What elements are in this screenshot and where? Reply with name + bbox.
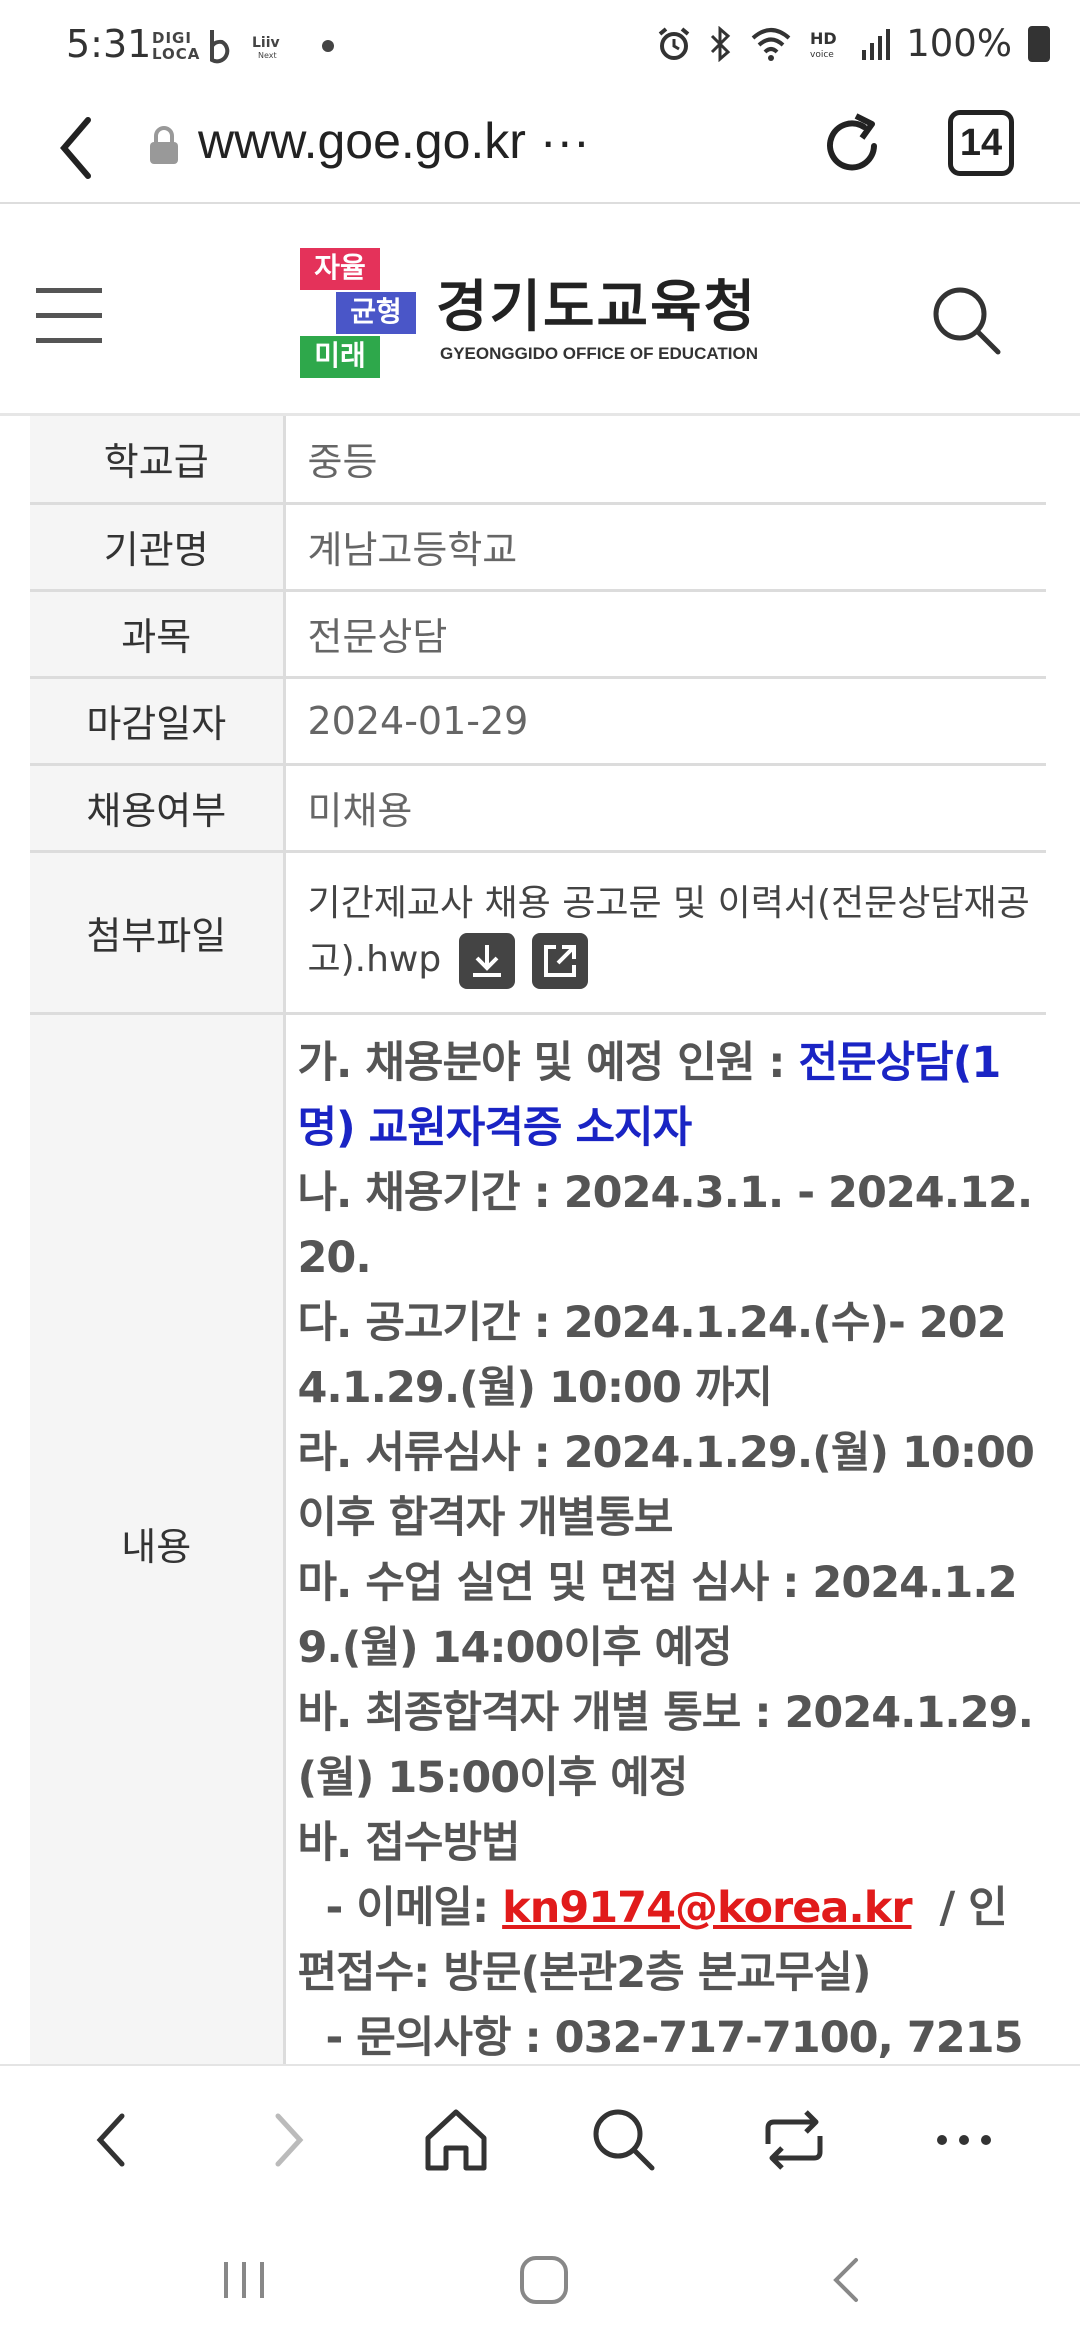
status-time: 5:31: [66, 22, 152, 66]
site-logo[interactable]: 자율 균형 미래 경기도교육청 GYEONGGIDO OFFICE OF EDU…: [300, 248, 790, 378]
content-line-e: 마. 수업 실연 및 면접 심사 : 2024.1.29.(월) 14:00이후…: [297, 1557, 1018, 1673]
liiv-next-icon: LiivNext: [252, 35, 280, 60]
row-label: 첨부파일: [30, 851, 286, 1015]
b-app-icon: [210, 30, 230, 64]
tab-count-button[interactable]: 14: [948, 110, 1014, 176]
back-icon[interactable]: [74, 2100, 154, 2180]
address-field[interactable]: www.goe.go.kr ···: [198, 112, 590, 170]
system-home-icon[interactable]: [514, 2250, 574, 2310]
job-info-table: 학교급 중등 기관명 계남고등학교 과목 전문상담 마감일자 2024-01-2…: [30, 416, 1046, 2075]
table-row: 채용여부 미채용: [30, 764, 1046, 853]
browser-bottom-nav: [0, 2064, 1080, 2214]
notification-dot: [322, 40, 334, 52]
bluetooth-icon: [711, 25, 731, 62]
wifi-icon: [751, 27, 791, 61]
table-row: 마감일자 2024-01-29: [30, 677, 1046, 766]
svg-text:Next: Next: [258, 51, 277, 60]
battery-icon: [1028, 25, 1050, 62]
forward-icon[interactable]: [246, 2100, 326, 2180]
status-bar: 5:31 DIGI LOCA Liiv Next HD voice 100%: [0, 0, 1080, 92]
row-value: 전문상담: [284, 590, 1046, 679]
digi-loca-icon: DIGI LOCA: [152, 29, 201, 63]
content-line-b: 나. 채용기간 : 2024.3.1. - 2024.12.20.: [297, 1167, 1034, 1283]
content-line-d: 라. 서류심사 : 2024.1.29.(월) 10:00이후 합격자 개별통보: [297, 1427, 1035, 1543]
content-row: 내용 가. 채용분야 및 예정 인원 : 전문상담(1명) 교원자격증 소지자 …: [30, 1013, 1046, 2075]
table-row: 과목 전문상담: [30, 590, 1046, 679]
download-icon[interactable]: [458, 932, 515, 989]
row-value: 중등: [284, 416, 1046, 505]
system-nav-bar: [0, 2214, 1080, 2340]
reload-icon[interactable]: [816, 110, 888, 182]
attachment-file: 기간제교사 채용 공고문 및 이력서(전문상담재공고).hwp: [308, 876, 1047, 989]
logo-title: 경기도교육청: [436, 275, 758, 340]
row-value: 계남고등학교: [284, 503, 1046, 592]
attachment-cell: 기간제교사 채용 공고문 및 이력서(전문상담재공고).hwp: [284, 851, 1047, 1015]
battery-percent: 100%: [906, 22, 1012, 65]
more-icon[interactable]: [924, 2100, 1004, 2180]
table-row: 학교급 중등: [30, 416, 1046, 505]
hd-voice-icon: HD voice: [810, 29, 837, 60]
attachment-filename[interactable]: 기간제교사 채용 공고문 및 이력서(전문상담재공고).hwp: [308, 883, 1030, 980]
announcement-body: 가. 채용분야 및 예정 인원 : 전문상담(1명) 교원자격증 소지자 나. …: [298, 1031, 1037, 2071]
content-line-email: - 이메일: kn9174@korea.kr / 인편접수: 방문(본관2층 본…: [298, 1876, 1037, 2006]
content-cell: 가. 채용분야 및 예정 인원 : 전문상담(1명) 교원자격증 소지자 나. …: [284, 1013, 1046, 2075]
hamburger-menu-icon[interactable]: [36, 288, 102, 344]
logo-subtitle: GYEONGGIDO OFFICE OF EDUCATION: [440, 344, 758, 363]
email-link[interactable]: kn9174@korea.kr: [502, 1883, 912, 1933]
content-line-f: 바. 최종합격자 개별 통보 : 2024.1.29.(월) 15:00이후 예…: [297, 1687, 1034, 1803]
content-line-c: 다. 공고기간 : 2024.1.24.(수)- 2024.1.29.(월) 1…: [297, 1297, 1007, 1413]
attachment-row: 첨부파일 기간제교사 채용 공고문 및 이력서(전문상담재공고).hwp: [30, 851, 1047, 1015]
lock-icon: [150, 126, 178, 164]
field-count-label: 가. 채용분야 및 예정 인원 :: [297, 1037, 799, 1088]
open-external-icon[interactable]: [532, 932, 589, 989]
recent-apps-icon[interactable]: [214, 2250, 274, 2310]
row-label: 마감일자: [30, 677, 286, 766]
logo-block-2: 균형: [336, 292, 416, 334]
content-line-g: 바. 접수방법: [297, 1817, 521, 1868]
signal-icon: [862, 28, 891, 60]
svg-text:Liiv: Liiv: [252, 35, 280, 51]
row-value: 2024-01-29: [284, 677, 1046, 766]
row-label: 채용여부: [30, 764, 286, 853]
table-row: 기관명 계남고등학교: [30, 503, 1046, 592]
row-label: 학교급: [30, 416, 286, 505]
content-line-a: 가. 채용분야 및 예정 인원 : 전문상담(1명) 교원자격증 소지자: [298, 1031, 1037, 1161]
svg-text:HD: HD: [810, 29, 837, 48]
system-back-icon[interactable]: [818, 2250, 878, 2310]
email-prefix: - 이메일:: [297, 1882, 503, 1933]
alarm-icon: [658, 26, 690, 60]
status-left-icons: DIGI LOCA Liiv Next: [152, 24, 334, 68]
url-back-icon[interactable]: [48, 110, 108, 186]
home-icon[interactable]: [416, 2100, 496, 2180]
tab-switch-icon[interactable]: [754, 2100, 834, 2180]
row-label: 과목: [30, 590, 286, 679]
row-value: 미채용: [284, 764, 1046, 853]
logo-block-3: 미래: [300, 336, 380, 378]
site-header: 자율 균형 미래 경기도교육청 GYEONGGIDO OFFICE OF EDU…: [0, 206, 1080, 416]
content-line-inquiry: - 문의사항 : 032-717-7100, 7215: [297, 2012, 1023, 2063]
logo-emblem: 자율 균형 미래: [300, 248, 418, 378]
row-label: 내용: [30, 1013, 286, 2075]
browser-url-bar: www.goe.go.kr ··· 14: [0, 92, 1080, 204]
row-label: 기관명: [30, 503, 286, 592]
status-right-icons: HD voice 100%: [656, 22, 1050, 65]
search-icon[interactable]: [584, 2100, 664, 2180]
search-icon[interactable]: [926, 280, 1006, 360]
logo-block-1: 자율: [300, 248, 380, 290]
svg-text:voice: voice: [810, 50, 834, 60]
